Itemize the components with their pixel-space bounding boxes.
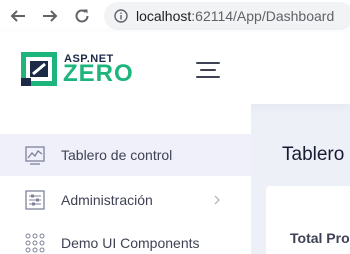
sidebar-item-label: Demo UI Components	[61, 235, 200, 251]
app-logo[interactable]: ASP.NET ZERO	[21, 52, 141, 86]
sidebar-item-dashboard[interactable]: Tablero de control	[0, 134, 251, 176]
url-path: :62114/App/Dashboard	[191, 8, 335, 24]
logo-text-bottom: ZERO	[63, 60, 134, 87]
card-title: Total Pro	[290, 230, 350, 246]
reload-button[interactable]	[72, 6, 92, 26]
chart-icon	[25, 146, 45, 165]
address-bar[interactable]: localhost:62114/App/Dashboard	[104, 2, 350, 30]
logo-mark-icon	[21, 52, 57, 86]
back-button[interactable]	[8, 6, 28, 26]
hamburger-line	[196, 76, 220, 78]
reload-icon	[75, 9, 89, 23]
grid-dots-icon	[25, 233, 45, 253]
info-icon[interactable]	[114, 9, 128, 23]
sidebar: Tablero de control Administración Demo U…	[0, 104, 251, 254]
page-title: Tablero	[282, 144, 345, 165]
arrow-left-icon	[10, 10, 25, 22]
menu-toggle-button[interactable]	[194, 62, 222, 80]
chevron-right-icon	[214, 195, 220, 205]
forward-button[interactable]	[40, 6, 60, 26]
url-text: localhost:62114/App/Dashboard	[136, 8, 334, 24]
arrow-right-icon	[43, 10, 58, 22]
browser-toolbar: localhost:62114/App/Dashboard	[0, 0, 350, 32]
sidebar-item-label: Administración	[61, 192, 153, 208]
hamburger-line	[196, 62, 220, 64]
url-host: localhost	[136, 8, 192, 24]
hamburger-line	[200, 69, 216, 71]
sidebar-item-demo-ui[interactable]: Demo UI Components	[0, 222, 251, 254]
settings-sliders-icon	[25, 190, 45, 210]
sidebar-item-label: Tablero de control	[61, 147, 173, 163]
app-header: ASP.NET ZERO	[0, 32, 350, 104]
sidebar-item-administration[interactable]: Administración	[0, 179, 251, 221]
